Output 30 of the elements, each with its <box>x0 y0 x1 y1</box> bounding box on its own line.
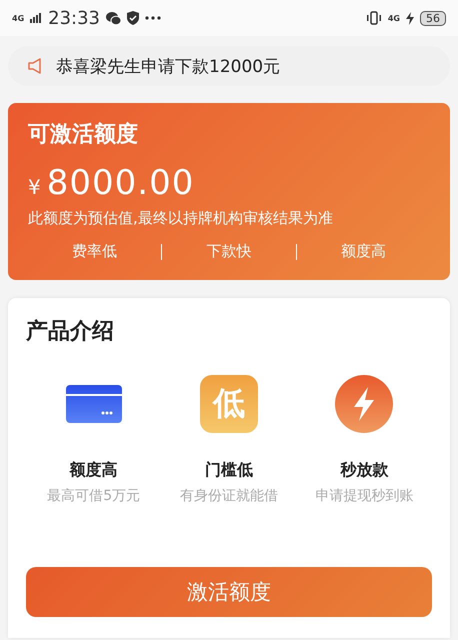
section-title: 产品介绍 <box>26 318 115 346</box>
feature-tag: 下款快 <box>162 242 296 261</box>
signal-icon <box>30 13 42 23</box>
more-icon <box>145 16 162 20</box>
lightning-icon <box>335 375 394 433</box>
quota-amount: 8000.00 <box>46 163 194 203</box>
feature-tag: 额度高 <box>296 242 430 261</box>
network-label: 4G <box>388 14 400 22</box>
feature-subtitle: 最高可借5万元 <box>47 487 140 505</box>
feature-tag: 费率低 <box>28 242 162 261</box>
credit-card-icon <box>66 385 122 423</box>
activate-button[interactable]: 激活额度 <box>26 567 432 617</box>
badge-icon: 低 <box>200 375 258 433</box>
vibrate-icon <box>366 11 382 25</box>
chat-icon <box>106 12 122 24</box>
clock-time: 23:33 <box>48 8 100 28</box>
disclaimer-text: 此额度为预估值,最终以持牌机构审核结果为准 <box>28 209 334 228</box>
network-label: 4G <box>12 14 24 22</box>
feature-title: 秒放款 <box>340 460 388 481</box>
card-title: 可激活额度 <box>28 120 139 149</box>
battery-level: 56 <box>420 10 446 26</box>
feature-subtitle: 申请提现秒到账 <box>315 487 414 505</box>
feature-subtitle: 有身份证就能借 <box>180 487 278 505</box>
currency-symbol: ¥ <box>28 175 41 199</box>
shield-icon <box>127 11 140 25</box>
charging-icon <box>406 12 414 24</box>
notice-text: 恭喜梁先生申请下款12000元 <box>56 56 280 78</box>
feature-title: 门槛低 <box>204 460 253 481</box>
speaker-icon <box>28 58 42 74</box>
feature-title: 额度高 <box>70 460 118 481</box>
